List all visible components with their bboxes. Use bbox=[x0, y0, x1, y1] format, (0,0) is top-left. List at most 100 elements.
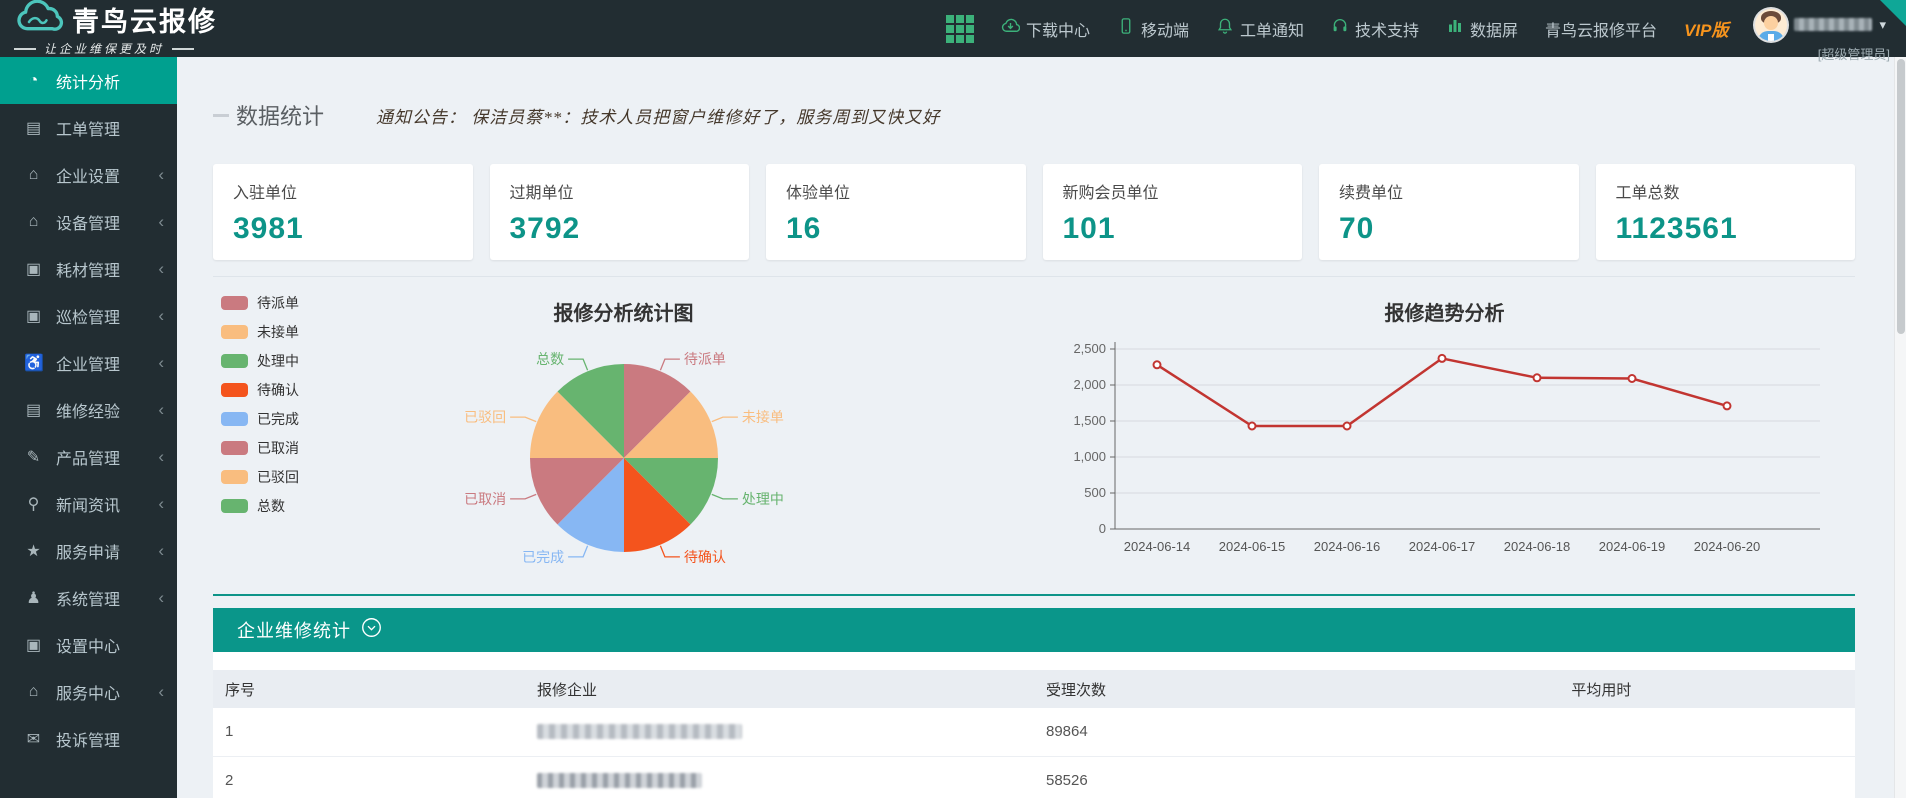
svg-text:2024-06-16: 2024-06-16 bbox=[1313, 539, 1380, 554]
sidebar-item-设置中心[interactable]: ▣设置中心 bbox=[0, 621, 177, 668]
sidebar-item-label: 投诉管理 bbox=[56, 727, 120, 751]
sidebar-item-统计分析[interactable]: ◔统计分析 bbox=[0, 57, 177, 104]
app-logo[interactable]: 青鸟云报修 让企业维保更及时 bbox=[0, 0, 240, 57]
sidebar-item-label: 维修经验 bbox=[56, 398, 120, 422]
table-row: 189864 bbox=[213, 708, 1855, 756]
legend-item-总数[interactable]: 总数 bbox=[221, 496, 299, 516]
pie-chart-title: 报修分析统计图 bbox=[213, 297, 1034, 326]
sidebar-item-产品管理[interactable]: ✎产品管理‹ bbox=[0, 433, 177, 480]
stat-card-体验单位: 体验单位16 bbox=[766, 164, 1026, 260]
legend-item-已驳回[interactable]: 已驳回 bbox=[221, 467, 299, 487]
main-area: 数据统计 通知公告： 保洁员蔡**：技术人员把窗户维修好了，服务周到又快又好 入… bbox=[177, 57, 1906, 798]
legend-label: 待派单 bbox=[257, 293, 299, 313]
legend-label: 已完成 bbox=[257, 409, 299, 429]
scrollbar[interactable] bbox=[1894, 57, 1906, 798]
notice-text: 保洁员蔡**：技术人员把窗户维修好了，服务周到又快又好 bbox=[471, 108, 940, 127]
sidebar-item-label: 工单管理 bbox=[56, 116, 120, 140]
notice-bar: 通知公告： 保洁员蔡**：技术人员把窗户维修好了，服务周到又快又好 bbox=[376, 103, 940, 128]
nav-item-1[interactable]: 下载中心 bbox=[1001, 17, 1090, 41]
stat-card-工单总数: 工单总数1123561 bbox=[1596, 164, 1856, 260]
legend-item-待派单[interactable]: 待派单 bbox=[221, 293, 299, 313]
nav-item-label: 青鸟云报修平台 bbox=[1545, 17, 1657, 41]
section-divider bbox=[213, 594, 1855, 596]
nav-item-label: 技术支持 bbox=[1355, 17, 1419, 41]
charts-row: 报修分析统计图 待派单未接单处理中待确认已完成已取消已驳回总数 待派单未接单处理… bbox=[213, 276, 1855, 588]
svg-text:2,000: 2,000 bbox=[1073, 377, 1106, 392]
stat-value: 70 bbox=[1339, 212, 1559, 246]
sidebar-item-系统管理[interactable]: ♟系统管理‹ bbox=[0, 574, 177, 621]
sidebar-item-工单管理[interactable]: ▤工单管理 bbox=[0, 104, 177, 151]
apps-grid-icon[interactable] bbox=[946, 15, 974, 43]
chevron-down-circle-icon[interactable] bbox=[361, 617, 382, 643]
legend-item-已取消[interactable]: 已取消 bbox=[221, 438, 299, 458]
svg-text:已驳回: 已驳回 bbox=[464, 409, 506, 425]
nav-item-2[interactable]: 移动端 bbox=[1117, 17, 1189, 41]
legend-label: 未接单 bbox=[257, 322, 299, 342]
top-navbar: 青鸟云报修 让企业维保更及时 下载中心 移动端 工单通知 技术支持 数据屏 青鸟云报修平台… bbox=[0, 0, 1906, 57]
svg-text:2024-06-20: 2024-06-20 bbox=[1693, 539, 1760, 554]
stat-label: 续费单位 bbox=[1339, 179, 1559, 203]
cell-company bbox=[525, 756, 1034, 798]
sidebar-item-服务中心[interactable]: ⌂ 服务中心 ‹ bbox=[0, 668, 177, 715]
sidebar-item-巡检管理[interactable]: ▣巡检管理‹ bbox=[0, 292, 177, 339]
legend-swatch bbox=[221, 325, 248, 339]
sidebar-item-新闻资讯[interactable]: ⚲新闻资讯‹ bbox=[0, 480, 177, 527]
sidebar-item-投诉管理[interactable]: ✉投诉管理 bbox=[0, 715, 177, 762]
cell-count: 58526 bbox=[1034, 756, 1559, 798]
sidebar-item-服务申请[interactable]: ★ 服务申请 ‹ bbox=[0, 527, 177, 574]
legend-item-处理中[interactable]: 处理中 bbox=[221, 351, 299, 371]
stat-label: 入驻单位 bbox=[233, 179, 453, 203]
svg-text:2024-06-19: 2024-06-19 bbox=[1598, 539, 1665, 554]
line-chart-panel: 报修趋势分析 05001,0001,5002,0002,5002024-06-1… bbox=[1034, 277, 1855, 588]
nav-item-label: 工单通知 bbox=[1240, 17, 1304, 41]
nav-item-3[interactable]: 工单通知 bbox=[1216, 17, 1304, 41]
sidebar-item-label: 服务申请 bbox=[56, 539, 120, 563]
svg-text:2024-06-18: 2024-06-18 bbox=[1503, 539, 1570, 554]
home-icon: ⌂ bbox=[24, 166, 43, 184]
pie-chart-panel: 报修分析统计图 待派单未接单处理中待确认已完成已取消已驳回总数 待派单未接单处理… bbox=[213, 277, 1034, 588]
legend-swatch bbox=[221, 441, 248, 455]
star-icon: ★ bbox=[24, 541, 43, 561]
legend-label: 处理中 bbox=[257, 351, 299, 371]
legend-swatch bbox=[221, 499, 248, 513]
line-chart-title: 报修趋势分析 bbox=[1034, 297, 1855, 326]
legend-swatch bbox=[221, 412, 248, 426]
user-icon: ♟ bbox=[24, 588, 43, 608]
sidebar-item-label: 服务中心 bbox=[56, 680, 120, 704]
home-icon: ⌂ bbox=[24, 683, 43, 701]
cell-company bbox=[525, 708, 1034, 756]
legend-label: 已驳回 bbox=[257, 467, 299, 487]
chevron-left-icon: ‹ bbox=[158, 683, 164, 700]
sidebar-item-label: 巡检管理 bbox=[56, 304, 120, 328]
scrollbar-thumb[interactable] bbox=[1897, 59, 1905, 334]
nav-item-6[interactable]: 青鸟云报修平台 bbox=[1545, 17, 1657, 41]
mobile-icon bbox=[1117, 17, 1135, 40]
sidebar-item-设备管理[interactable]: ⌂设备管理‹ bbox=[0, 198, 177, 245]
box-icon: ▣ bbox=[24, 635, 43, 655]
blurred-company-name bbox=[537, 724, 742, 739]
user-menu[interactable]: ▾ [超级管理员] bbox=[1755, 9, 1886, 41]
nav-item-5[interactable]: 数据屏 bbox=[1446, 17, 1518, 41]
sidebar-item-耗材管理[interactable]: ▣耗材管理‹ bbox=[0, 245, 177, 292]
svg-text:未接单: 未接单 bbox=[741, 409, 783, 425]
svg-text:2024-06-15: 2024-06-15 bbox=[1218, 539, 1285, 554]
chevron-left-icon: ‹ bbox=[158, 542, 164, 559]
section-header[interactable]: 企业维修统计 bbox=[213, 608, 1855, 652]
pie-globe-icon: ◔ bbox=[24, 72, 43, 90]
sidebar-item-label: 企业设置 bbox=[56, 163, 120, 187]
sidebar-item-企业管理[interactable]: ♿企业管理‹ bbox=[0, 339, 177, 386]
nav-item-7[interactable]: VIP版 bbox=[1684, 16, 1728, 41]
sidebar-item-label: 耗材管理 bbox=[56, 257, 120, 281]
legend-item-待确认[interactable]: 待确认 bbox=[221, 380, 299, 400]
sidebar-item-维修经验[interactable]: ▤维修经验‹ bbox=[0, 386, 177, 433]
chevron-left-icon: ‹ bbox=[158, 166, 164, 183]
nav-item-4[interactable]: 技术支持 bbox=[1331, 17, 1419, 41]
sidebar-item-企业设置[interactable]: ⌂ 企业设置 ‹ bbox=[0, 151, 177, 198]
notice-label: 通知公告： bbox=[376, 108, 466, 127]
legend-swatch bbox=[221, 296, 248, 310]
username-blurred bbox=[1794, 18, 1872, 31]
stat-value: 1123561 bbox=[1616, 212, 1836, 246]
legend-item-未接单[interactable]: 未接单 bbox=[221, 322, 299, 342]
legend-item-已完成[interactable]: 已完成 bbox=[221, 409, 299, 429]
svg-text:2024-06-14: 2024-06-14 bbox=[1123, 539, 1190, 554]
